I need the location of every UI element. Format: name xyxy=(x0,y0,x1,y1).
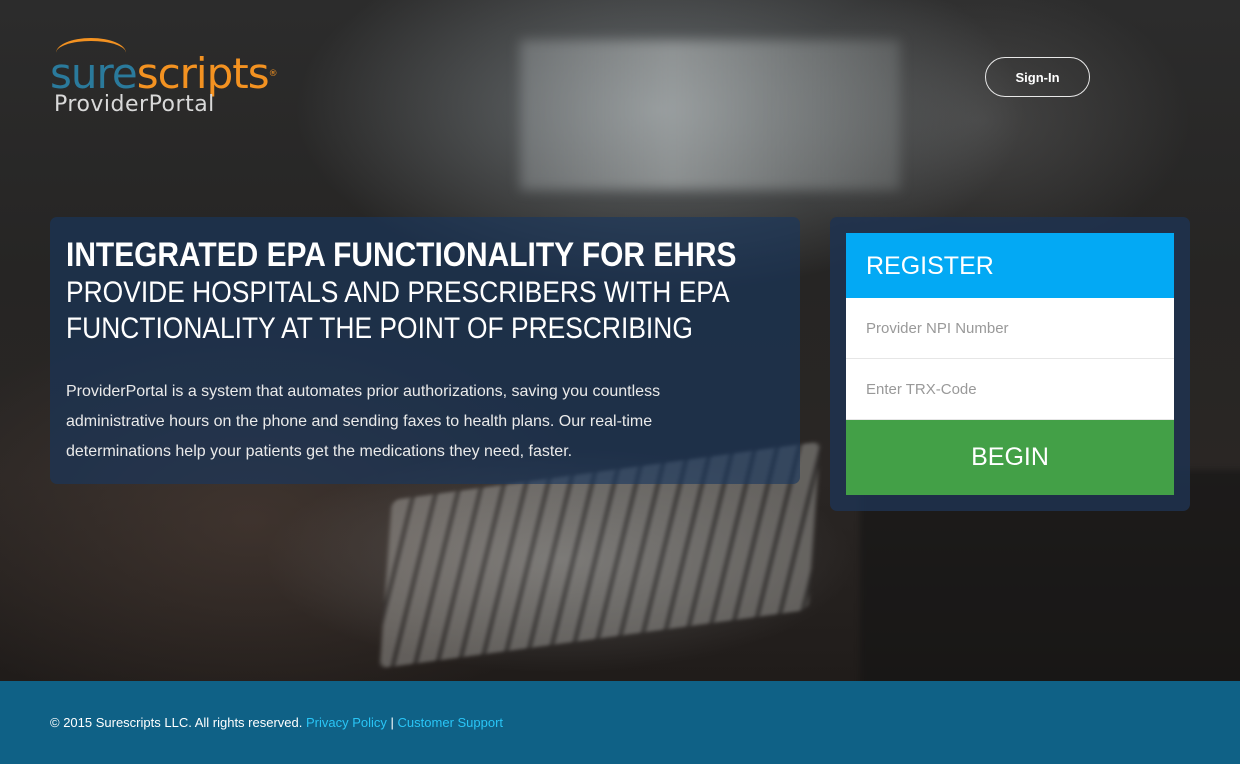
logo-registered: ® xyxy=(268,69,278,79)
logo-scripts: scripts xyxy=(136,49,270,98)
logo-subtitle: ProviderPortal xyxy=(54,92,215,117)
info-panel: INTEGRATED EPA FUNCTIONALITY FOR EHRS PR… xyxy=(50,217,800,484)
page-title: INTEGRATED EPA FUNCTIONALITY FOR EHRS xyxy=(66,236,737,274)
surescripts-logo[interactable]: surescripts® ProviderPortal xyxy=(50,38,280,118)
page-subtitle: PROVIDE HOSPITALS AND PRESCRIBERS WITH E… xyxy=(66,276,729,345)
register-heading: REGISTER xyxy=(846,233,1174,298)
footer-separator: | xyxy=(390,715,394,730)
background-monitor xyxy=(520,40,900,190)
copyright-text: © 2015 Surescripts LLC. All rights reser… xyxy=(50,715,303,730)
sign-in-button[interactable]: Sign-In xyxy=(985,57,1090,97)
description-text: ProviderPortal is a system that automate… xyxy=(66,383,661,460)
customer-support-link[interactable]: Customer Support xyxy=(398,715,504,730)
footer: © 2015 Surescripts LLC. All rights reser… xyxy=(0,681,1240,764)
privacy-policy-link[interactable]: Privacy Policy xyxy=(306,715,387,730)
provider-npi-input[interactable] xyxy=(846,298,1174,359)
register-panel: REGISTER BEGIN xyxy=(830,217,1190,511)
begin-button[interactable]: BEGIN xyxy=(846,420,1174,495)
trx-code-input[interactable] xyxy=(846,359,1174,420)
logo-sure: sure xyxy=(50,49,138,98)
logo-wordmark: surescripts® xyxy=(50,49,278,98)
